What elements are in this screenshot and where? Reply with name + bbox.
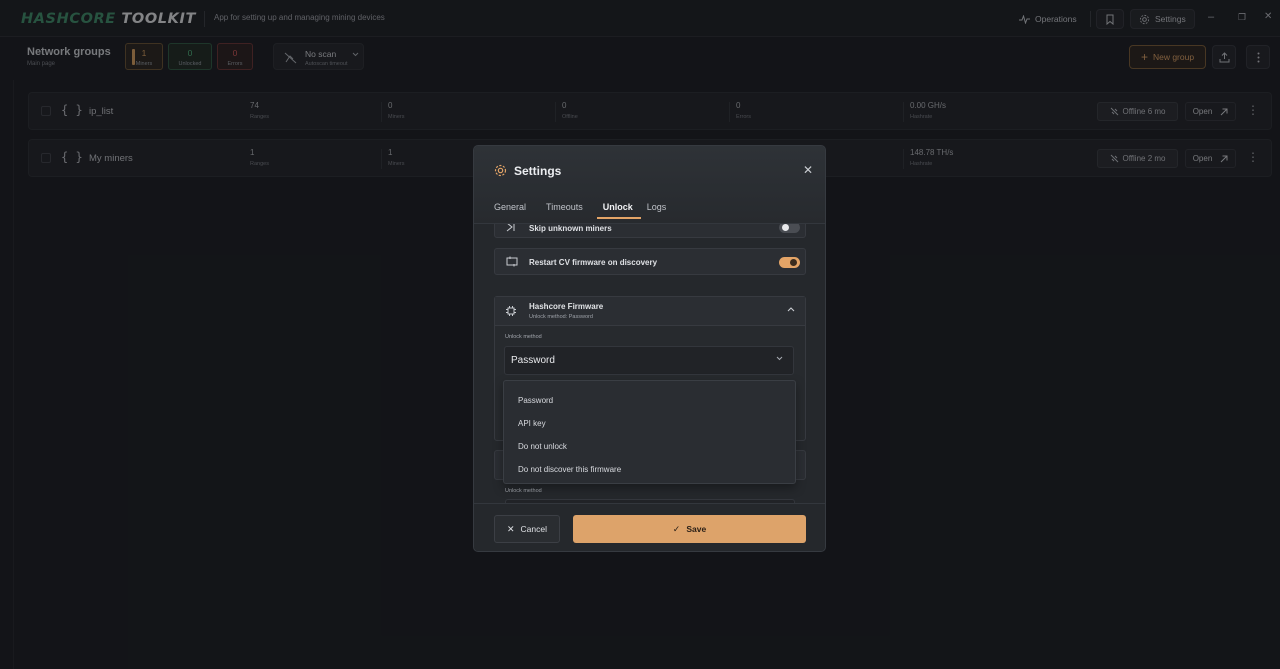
dropdown-option-do-not-discover[interactable]: Do not discover this firmware xyxy=(518,465,621,474)
firmware-title: Hashcore Firmware xyxy=(529,302,604,311)
skip-icon xyxy=(506,224,515,232)
skip-unknown-card: Skip unknown miners xyxy=(494,224,806,238)
tab-general[interactable]: General xyxy=(484,200,536,219)
tab-timeouts[interactable]: Timeouts xyxy=(536,200,593,219)
settings-tabs: General Timeouts Unlock Logs xyxy=(494,200,676,219)
skip-unknown-toggle[interactable] xyxy=(779,224,800,233)
close-icon: ✕ xyxy=(506,523,515,534)
toggle-knob xyxy=(782,224,789,231)
unlock-method-value: Password xyxy=(511,355,555,366)
second-unlock-method-label: Unlock method xyxy=(505,488,542,494)
skip-unknown-label: Skip unknown miners xyxy=(529,224,612,233)
chip-icon xyxy=(506,306,516,316)
unlock-method-select[interactable]: Password xyxy=(504,346,794,375)
dropdown-option-do-not-unlock[interactable]: Do not unlock xyxy=(518,442,567,451)
chevron-down-icon xyxy=(776,356,783,361)
save-label: Save xyxy=(686,524,707,534)
dropdown-option-api-key[interactable]: API key xyxy=(518,419,546,428)
dialog-footer: ✕ Cancel ✓ Save xyxy=(474,503,825,551)
save-button[interactable]: ✓ Save xyxy=(573,515,806,543)
firmware-section-header[interactable]: Hashcore Firmware Unlock method: Passwor… xyxy=(495,297,805,326)
chevron-up-icon xyxy=(787,307,795,312)
restart-icon xyxy=(506,256,518,267)
dialog-title: Settings xyxy=(514,164,562,178)
tab-logs[interactable]: Logs xyxy=(643,200,677,219)
unlock-method-label: Unlock method xyxy=(505,334,542,340)
firmware-subtitle: Unlock method: Password xyxy=(529,314,593,320)
toggle-knob xyxy=(790,259,797,266)
close-dialog-button[interactable]: ✕ xyxy=(803,163,813,177)
restart-cv-toggle[interactable] xyxy=(779,257,800,268)
tab-unlock[interactable]: Unlock xyxy=(593,200,643,219)
check-icon: ✓ xyxy=(672,523,681,534)
unlock-method-dropdown: Password API key Do not unlock Do not di… xyxy=(503,380,796,484)
cancel-label: Cancel xyxy=(520,524,547,534)
restart-cv-label: Restart CV firmware on discovery xyxy=(529,258,658,267)
restart-cv-card: Restart CV firmware on discovery xyxy=(494,248,806,275)
dropdown-option-password[interactable]: Password xyxy=(518,396,553,405)
gear-icon xyxy=(494,164,507,177)
cancel-button[interactable]: ✕ Cancel xyxy=(494,515,560,543)
